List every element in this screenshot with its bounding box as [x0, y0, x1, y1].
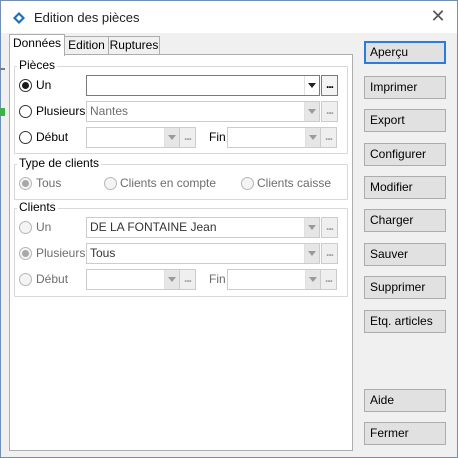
clients-debut-label: Début: [36, 272, 69, 286]
clients-legend: Clients: [17, 200, 58, 214]
type-tous-label: Tous: [36, 176, 62, 190]
modifier-button[interactable]: Modifier: [364, 176, 446, 199]
window-title: Edition des pièces: [34, 10, 140, 25]
pieces-fin-browse-button[interactable]: ...: [320, 127, 337, 148]
clients-debut-browse-button[interactable]: ...: [179, 269, 196, 290]
type-clients-legend: Type de clients: [17, 156, 102, 170]
export-button[interactable]: Export: [364, 109, 446, 132]
pieces-debut-browse-button[interactable]: ...: [179, 127, 196, 148]
app-icon: [13, 12, 25, 24]
combo-value: Nantes: [90, 104, 129, 118]
pieces-un-combo[interactable]: [86, 75, 320, 96]
pieces-debut-label: Début: [36, 130, 69, 144]
etq-articles-button[interactable]: Etq. articles: [364, 310, 446, 333]
apercu-button[interactable]: Aperçu: [364, 41, 446, 64]
clients-un-radio[interactable]: [19, 221, 32, 234]
tab-label: Edition: [68, 38, 105, 52]
clients-fin-browse-button[interactable]: ...: [320, 269, 337, 290]
clients-fin-label: Fin: [209, 272, 226, 286]
pieces-plusieurs-radio[interactable]: [19, 105, 32, 118]
background-window-fragment: [0, 68, 5, 70]
aide-button[interactable]: Aide: [364, 389, 446, 412]
sauver-button[interactable]: Sauver: [364, 243, 446, 266]
clients-plusieurs-label: Plusieurs: [36, 246, 86, 260]
tab-label: Données: [12, 36, 62, 50]
pieces-plusieurs-label: Plusieurs: [36, 104, 86, 118]
pieces-fin-label: Fin: [209, 130, 226, 144]
chevron-down-icon[interactable]: [305, 270, 320, 289]
chevron-down-icon[interactable]: [304, 218, 319, 237]
combo-value: Tous: [90, 246, 116, 260]
imprimer-button[interactable]: Imprimer: [364, 76, 446, 99]
supprimer-button[interactable]: Supprimer: [364, 276, 446, 299]
pieces-legend: Pièces: [17, 58, 58, 72]
tab-label: Ruptures: [109, 38, 159, 52]
combo-value: DE LA FONTAINE Jean: [90, 220, 217, 234]
charger-button[interactable]: Charger: [364, 209, 446, 232]
clients-debut-combo[interactable]: [86, 269, 180, 290]
pieces-debut-combo[interactable]: [86, 127, 180, 148]
type-tous-radio[interactable]: [19, 177, 32, 190]
clients-un-label: Un: [36, 220, 52, 234]
clients-un-combo[interactable]: DE LA FONTAINE Jean: [86, 217, 320, 238]
type-en-compte-radio[interactable]: [104, 177, 117, 190]
background-window-fragment: [0, 108, 5, 116]
pieces-debut-radio[interactable]: [19, 131, 32, 144]
chevron-down-icon[interactable]: [304, 76, 319, 95]
chevron-down-icon[interactable]: [164, 270, 179, 289]
tab-donnees[interactable]: Données: [9, 34, 65, 56]
clients-plusieurs-combo[interactable]: Tous: [86, 243, 320, 264]
tab-ruptures[interactable]: Ruptures: [108, 36, 160, 55]
type-caisse-label: Clients caisse: [257, 176, 332, 190]
pieces-fin-combo[interactable]: [227, 127, 321, 148]
clients-debut-radio[interactable]: [19, 273, 32, 286]
clients-plusieurs-browse-button[interactable]: ...: [321, 243, 338, 264]
pieces-plusieurs-browse-button[interactable]: ...: [321, 101, 338, 122]
configurer-button[interactable]: Configurer: [364, 143, 446, 166]
pieces-un-radio[interactable]: [19, 79, 32, 92]
chevron-down-icon[interactable]: [304, 102, 319, 121]
chevron-down-icon[interactable]: [164, 128, 179, 147]
tab-edition[interactable]: Edition: [64, 36, 109, 55]
pieces-un-label: Un: [36, 78, 52, 92]
pieces-un-browse-button[interactable]: ...: [321, 75, 338, 96]
fermer-button[interactable]: Fermer: [364, 422, 446, 445]
close-icon[interactable]: ✕: [427, 5, 449, 27]
chevron-down-icon[interactable]: [304, 244, 319, 263]
type-en-compte-label: Clients en compte: [120, 176, 217, 190]
clients-plusieurs-radio[interactable]: [19, 247, 32, 260]
type-caisse-radio[interactable]: [241, 177, 254, 190]
clients-fin-combo[interactable]: [227, 269, 321, 290]
pieces-plusieurs-combo[interactable]: Nantes: [86, 101, 320, 122]
chevron-down-icon[interactable]: [305, 128, 320, 147]
clients-un-browse-button[interactable]: ...: [321, 217, 338, 238]
